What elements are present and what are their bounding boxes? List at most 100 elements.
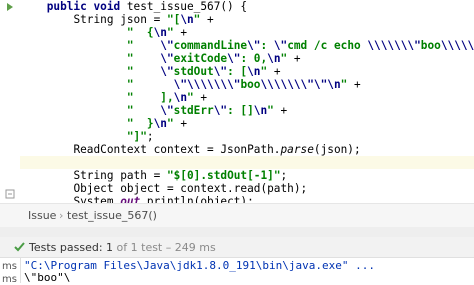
code-token: cmd /c echo <box>287 39 368 52</box>
code-token: ; <box>280 169 288 182</box>
code-token: Object object = context.read(path); <box>73 182 308 195</box>
code-token: \" <box>273 39 288 52</box>
code-token: \" <box>213 65 228 78</box>
code-token: \n <box>153 117 167 130</box>
code-token: \" <box>227 52 241 65</box>
code-line[interactable]: ReadContext context = JsonPath.parse(jso… <box>20 143 474 156</box>
code-line[interactable]: " \"commandLine\": \"cmd /c echo \\\\\\\… <box>20 39 474 52</box>
breadcrumb-item-method[interactable]: test_issue_567() <box>67 209 157 222</box>
code-token: \" <box>160 65 174 78</box>
code-line[interactable]: System.out.println(object); <box>20 195 474 203</box>
code-token: " <box>126 39 161 52</box>
code-token: (json); <box>313 143 361 156</box>
console-command-line: "C:\Program Files\Java\jdk1.8.0_191\bin\… <box>24 259 375 272</box>
code-line[interactable]: "]"; <box>20 130 474 143</box>
code-line[interactable]: " \"exitCode\": 0,\n" + <box>20 52 474 65</box>
code-token: \\\\\\\"\" <box>260 78 328 91</box>
code-token: \" <box>160 104 174 117</box>
code-line[interactable]: " ],\n" + <box>20 91 474 104</box>
fold-marker-icon[interactable] <box>4 188 16 200</box>
code-token: \n <box>173 91 187 104</box>
tests-total-detail: of 1 test <box>116 241 163 254</box>
code-token: \n <box>253 104 268 117</box>
test-status-bar: Tests passed: 1 of 1 test – 249 ms <box>0 237 474 258</box>
code-token: .println(object); <box>140 195 254 203</box>
code-token: stdErr <box>173 104 214 117</box>
tests-passed-label: Tests passed: <box>29 241 103 254</box>
console-divider <box>20 258 21 283</box>
code-token: : 0, <box>240 52 268 65</box>
code-token: "]" <box>126 130 147 143</box>
code-line[interactable]: Object object = context.read(path); <box>20 182 474 195</box>
code-token: " <box>126 65 161 78</box>
code-token: \n <box>267 52 281 65</box>
code-token: boo <box>240 78 261 91</box>
code-token: "$[0].stdOut[-1]" <box>166 169 281 182</box>
code-token: \" <box>247 39 261 52</box>
code-token: \n <box>327 78 341 91</box>
code-token: " <box>126 78 174 91</box>
code-token: " <box>267 104 274 117</box>
code-line[interactable]: " \"stdOut\": [\n" + <box>20 65 474 78</box>
code-token: + <box>287 52 301 65</box>
code-token: " { <box>126 26 154 39</box>
code-token: " ], <box>126 91 174 104</box>
console-time-label: ms <box>2 261 17 272</box>
code-token: \\\\\\\" <box>367 39 421 52</box>
code-editor[interactable]: public void test_issue_567() { String js… <box>0 0 474 203</box>
console-output[interactable]: ms ms "C:\Program Files\Java\jdk1.8.0_19… <box>0 258 474 285</box>
code-token: String path = <box>73 169 167 182</box>
test-duration: 249 ms <box>174 241 216 254</box>
code-line[interactable]: " }\n" + <box>20 117 474 130</box>
code-line[interactable]: String path = "$[0].stdOut[-1]"; <box>20 169 474 182</box>
code-line[interactable]: " \"\\\\\\\"boo\\\\\\\"\"\n" + <box>20 78 474 91</box>
code-line[interactable]: " {\n" + <box>20 26 474 39</box>
code-token: " <box>166 117 174 130</box>
code-token: String json = <box>73 13 167 26</box>
code-token: public void <box>46 0 127 13</box>
method-marker-icon[interactable] <box>4 1 16 13</box>
code-token: + <box>267 65 281 78</box>
console-time-label: ms <box>2 274 17 285</box>
code-token: test_issue_567() { <box>126 0 248 13</box>
code-line[interactable]: String json = "[\n" + <box>20 13 474 26</box>
code-token: stdOut <box>173 65 214 78</box>
breadcrumb: Issue › test_issue_567() <box>0 203 474 227</box>
test-status-text: Tests passed: 1 of 1 test – 249 ms <box>29 241 216 254</box>
tests-passed-count: 1 <box>106 241 114 254</box>
code-token: out <box>120 195 141 203</box>
code-token: \n <box>247 65 261 78</box>
code-line[interactable]: public void test_issue_567() { <box>20 0 474 13</box>
run-panel-divider <box>0 227 474 237</box>
code-token: " <box>126 52 161 65</box>
code-token: " <box>166 26 174 39</box>
code-line[interactable]: " \"stdErr\": []\n" + <box>20 104 474 117</box>
code-token: ; <box>146 130 154 143</box>
code-token: \n <box>153 26 167 39</box>
code-token: \" <box>213 104 228 117</box>
code-token: + <box>273 104 288 117</box>
code-token: + <box>347 78 361 91</box>
code-token: \" <box>160 39 174 52</box>
code-token: " <box>126 104 161 117</box>
code-token: System. <box>73 195 121 203</box>
code-token: \"\\\\\\\" <box>173 78 241 91</box>
console-output-line: \"boo"\ <box>24 271 71 284</box>
code-token: ReadContext context = JsonPath. <box>73 143 281 156</box>
breadcrumb-item-class[interactable]: Issue <box>28 209 56 222</box>
code-token: parse <box>280 143 314 156</box>
code-line[interactable] <box>20 156 474 169</box>
